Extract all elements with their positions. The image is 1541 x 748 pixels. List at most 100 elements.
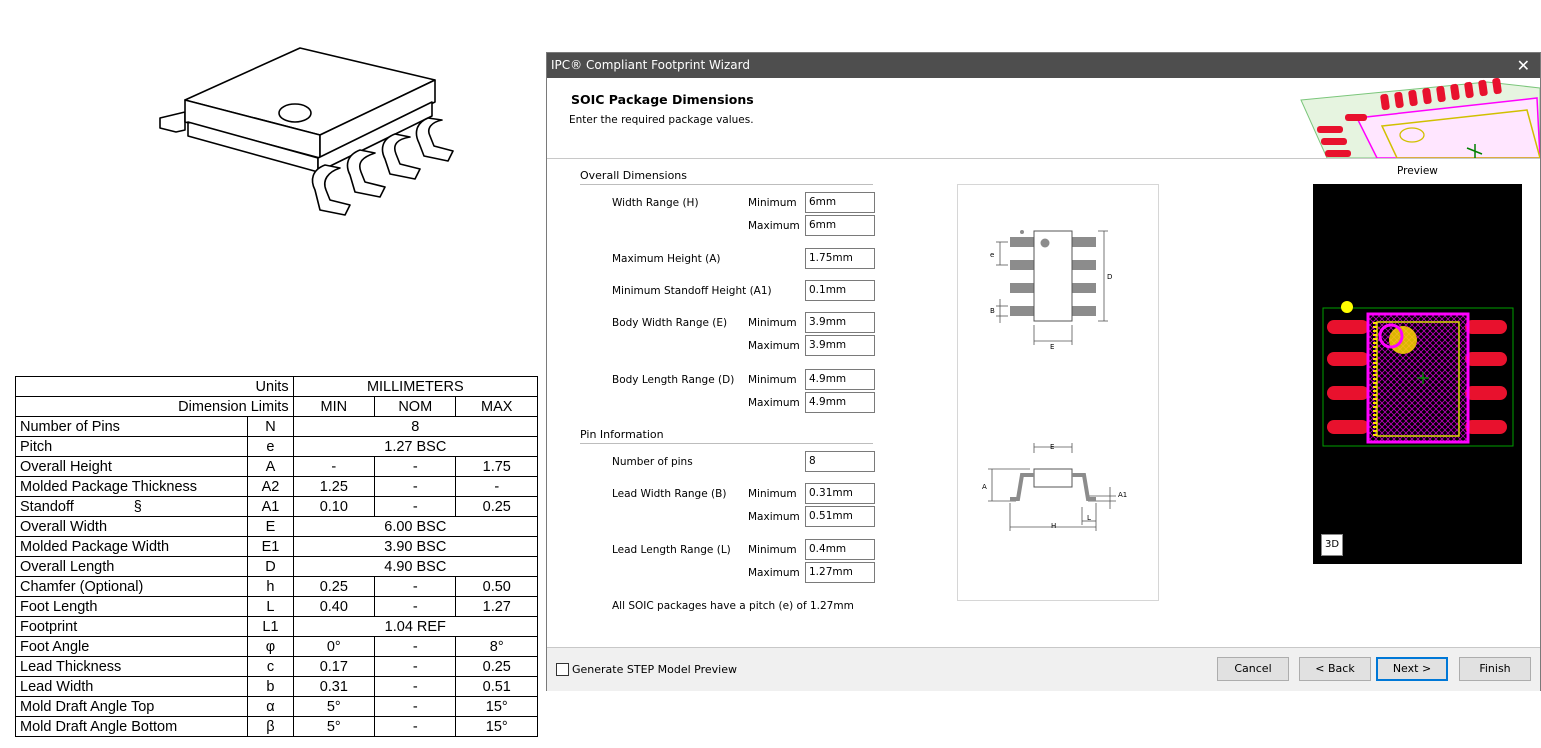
- nom-cell: -: [374, 676, 457, 697]
- min-cell: 0.25: [292, 576, 376, 597]
- num-pins-input[interactable]: 8: [805, 451, 875, 472]
- units-value: MILLIMETERS: [292, 376, 539, 397]
- max-cell: 15°: [455, 696, 538, 717]
- value-cell: 1.04 REF: [292, 616, 539, 637]
- footprint-preview[interactable]: 3D: [1313, 184, 1522, 564]
- body-length-min-label: Minimum: [748, 374, 797, 386]
- parameter-name: Lead Width: [20, 678, 94, 695]
- table-row: Standoff § A1 0.10-0.25: [14, 496, 538, 517]
- parameter-name-cell: Overall Length: [14, 556, 249, 577]
- table-row: Chamfer (Optional) h 0.25-0.50: [14, 576, 538, 597]
- close-icon[interactable]: ✕: [1517, 56, 1530, 75]
- parameter-name-cell: Lead Width: [14, 676, 249, 697]
- footprint-wizard-window: IPC® Compliant Footprint Wizard ✕ SOIC P…: [546, 52, 1541, 691]
- parameter-name-cell: Mold Draft Angle Bottom: [14, 716, 249, 737]
- parameter-name-cell: Overall Width: [14, 516, 249, 537]
- nom-cell: -: [374, 576, 457, 597]
- cancel-button[interactable]: Cancel: [1217, 657, 1289, 681]
- table-row: Footprint L1 1.04 REF: [14, 616, 539, 637]
- symbol-cell: A: [247, 456, 294, 477]
- parameter-name-cell: Overall Height: [14, 456, 249, 477]
- max-cell: 0.51: [455, 676, 538, 697]
- width-max-input[interactable]: 6mm: [805, 215, 875, 236]
- parameter-name-cell: Standoff §: [14, 496, 249, 517]
- parameter-name-cell: Pitch: [14, 436, 249, 457]
- page-title: SOIC Package Dimensions: [571, 92, 754, 107]
- lead-width-max-input[interactable]: 0.51mm: [805, 506, 875, 527]
- body-width-max-input[interactable]: 3.9mm: [805, 335, 875, 356]
- parameter-name: Foot Length: [20, 598, 98, 615]
- lead-width-min-input[interactable]: 0.31mm: [805, 483, 875, 504]
- width-min-input[interactable]: 6mm: [805, 192, 875, 213]
- diagram-label-body-e: E: [1050, 343, 1054, 351]
- min-cell: 0°: [292, 636, 376, 657]
- symbol-cell: β: [247, 716, 294, 737]
- parameter-name: Molded Package Width: [20, 538, 170, 555]
- max-height-input[interactable]: 1.75mm: [805, 248, 875, 269]
- section-divider: [580, 184, 873, 185]
- dimension-limits-label: Dimension Limits: [15, 396, 294, 417]
- parameter-mark: §: [133, 498, 142, 515]
- lead-width-min-label: Minimum: [748, 488, 797, 500]
- num-pins-label: Number of pins: [612, 456, 693, 468]
- symbol-cell: N: [247, 416, 294, 437]
- window-title: IPC® Compliant Footprint Wizard: [551, 58, 750, 72]
- lead-length-label: Lead Length Range (L): [612, 544, 731, 556]
- soic-dimension-diagram: e B D E E A A1 H L: [982, 230, 1127, 531]
- parameter-name-cell: Footprint: [14, 616, 249, 637]
- wizard-header: SOIC Package Dimensions Enter the requir…: [547, 78, 1540, 159]
- parameter-name: Mold Draft Angle Bottom: [20, 718, 178, 735]
- finish-button[interactable]: Finish: [1459, 657, 1531, 681]
- body-length-min-input[interactable]: 4.9mm: [805, 369, 875, 390]
- parameter-name: Number of Pins: [20, 418, 120, 435]
- value-cell: 6.00 BSC: [292, 516, 539, 537]
- value-cell: 4.90 BSC: [292, 556, 539, 577]
- units-label: Units: [15, 376, 294, 397]
- nom-cell: -: [374, 656, 457, 677]
- max-cell: 1.75: [455, 456, 538, 477]
- symbol-cell: h: [247, 576, 294, 597]
- symbol-cell: A1: [247, 496, 294, 517]
- diagram-label-d: D: [1107, 273, 1112, 281]
- lead-length-max-input[interactable]: 1.27mm: [805, 562, 875, 583]
- diagram-label-h: H: [1051, 522, 1056, 530]
- symbol-cell: D: [247, 556, 294, 577]
- section-divider: [580, 443, 873, 444]
- parameter-name-cell: Chamfer (Optional): [14, 576, 249, 597]
- parameter-name-cell: Lead Thickness: [14, 656, 249, 677]
- parameter-name: Lead Thickness: [20, 658, 122, 675]
- value-cell: 3.90 BSC: [292, 536, 539, 557]
- parameter-name: Molded Package Thickness: [20, 478, 198, 495]
- nom-cell: -: [374, 716, 457, 737]
- step-model-label[interactable]: Generate STEP Model Preview: [572, 663, 737, 676]
- min-standoff-input[interactable]: 0.1mm: [805, 280, 875, 301]
- min-cell: 0.10: [292, 496, 376, 517]
- body-length-max-input[interactable]: 4.9mm: [805, 392, 875, 413]
- table-row: Mold Draft Angle Bottom β 5° -15°: [14, 716, 538, 737]
- body-width-min-label: Minimum: [748, 317, 797, 329]
- next-button[interactable]: Next >: [1376, 657, 1448, 681]
- table-row: Overall Length D 4.90 BSC: [14, 556, 539, 577]
- table-row: Overall Height A - -1.75: [14, 456, 538, 477]
- max-cell: 0.50: [455, 576, 538, 597]
- lead-length-max-label: Maximum: [748, 567, 800, 579]
- table-row: Molded Package Thickness A2 1.25- -: [14, 476, 538, 497]
- value-cell: 8: [292, 416, 539, 437]
- parameter-name: Overall Length: [20, 558, 115, 575]
- lead-length-min-input[interactable]: 0.4mm: [805, 539, 875, 560]
- max-cell: 15°: [455, 716, 538, 737]
- 3d-view-button[interactable]: 3D: [1321, 534, 1343, 556]
- pin-information-heading: Pin Information: [580, 428, 664, 441]
- step-model-checkbox[interactable]: [556, 663, 569, 676]
- back-button[interactable]: < Back: [1299, 657, 1371, 681]
- parameter-name: Standoff: [20, 498, 74, 515]
- table-header-row: Units MILLIMETERS: [15, 376, 539, 397]
- parameter-name-cell: Mold Draft Angle Top: [14, 696, 249, 717]
- pitch-note: All SOIC packages have a pitch (e) of 1.…: [612, 600, 854, 612]
- overall-dimensions-heading: Overall Dimensions: [580, 169, 688, 182]
- parameter-name: Overall Height: [20, 458, 112, 475]
- parameter-name-cell: Molded Package Thickness: [14, 476, 249, 497]
- body-width-min-input[interactable]: 3.9mm: [805, 312, 875, 333]
- max-cell: 0.25: [455, 656, 538, 677]
- wizard-footer: Generate STEP Model Preview Cancel < Bac…: [547, 647, 1540, 691]
